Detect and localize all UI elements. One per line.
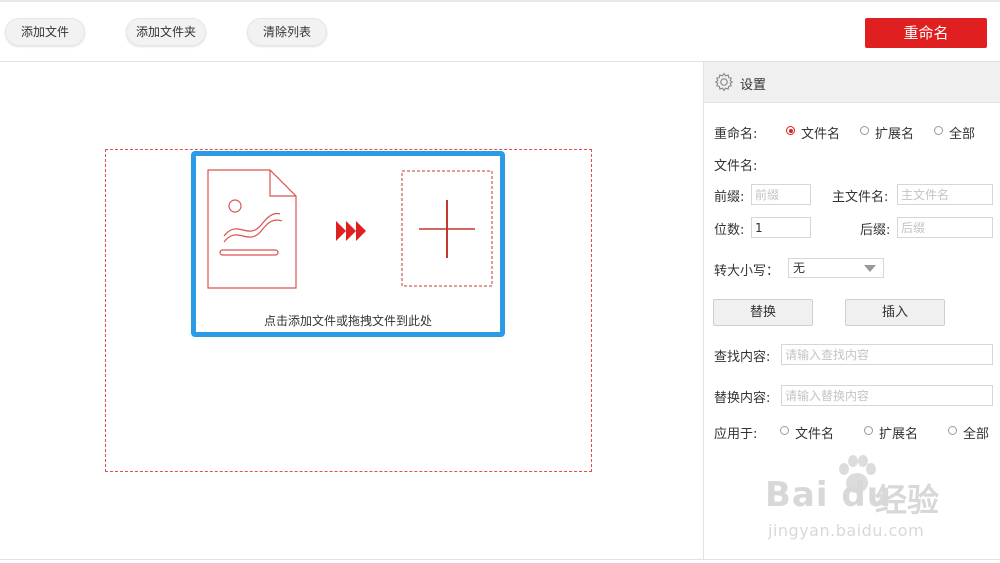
suffix-input[interactable] [897, 217, 993, 238]
drop-hint-text: 点击添加文件或拖拽文件到此处 [263, 314, 432, 328]
gear-icon [714, 72, 734, 92]
rename-mode-all-label[interactable]: 全部 [949, 123, 975, 142]
rename-button[interactable]: 重命名 [865, 18, 987, 48]
rename-mode-filename-label[interactable]: 文件名 [801, 123, 840, 142]
toolbar: 添加文件 添加文件夹 清除列表 重命名 [0, 0, 1000, 62]
filename-section-label: 文件名: [714, 159, 758, 174]
find-label: 查找内容: [714, 350, 771, 365]
prefix-input[interactable] [751, 184, 811, 205]
digits-input[interactable] [751, 217, 811, 238]
suffix-label: 后缀: [860, 223, 891, 238]
add-file-drop-target[interactable]: 点击添加文件或拖拽文件到此处 [191, 151, 505, 337]
clear-list-button[interactable]: 清除列表 [247, 18, 327, 46]
case-select[interactable]: 无 [788, 258, 884, 278]
add-file-button[interactable]: 添加文件 [5, 18, 85, 46]
find-input[interactable] [781, 344, 993, 365]
watermark-brand-cn: 经验 [875, 481, 940, 519]
case-select-value: 无 [793, 261, 806, 275]
add-folder-button[interactable]: 添加文件夹 [126, 18, 206, 46]
bottom-divider [0, 559, 1000, 560]
digits-label: 位数: [714, 223, 745, 238]
rename-mode-label: 重命名: [714, 127, 758, 142]
prefix-label: 前缀: [714, 190, 745, 205]
settings-title: 设置 [740, 78, 767, 93]
rename-mode-all-radio[interactable] [934, 126, 943, 135]
case-label: 转大小写： [714, 264, 780, 279]
watermark-url: jingyan.baidu.com [768, 521, 925, 540]
plus-icon [401, 170, 493, 287]
rename-mode-filename-radio[interactable] [786, 126, 795, 135]
apply-to-label: 应用于: [714, 427, 758, 442]
apply-filename-label[interactable]: 文件名 [795, 423, 834, 442]
apply-extension-radio[interactable] [864, 426, 873, 435]
replace-input[interactable] [781, 385, 993, 406]
replace-mode-button[interactable]: 替换 [713, 299, 813, 326]
apply-extension-label[interactable]: 扩展名 [879, 423, 918, 442]
main-filename-label: 主文件名: [832, 190, 889, 205]
apply-all-radio[interactable] [948, 426, 957, 435]
apply-filename-radio[interactable] [780, 426, 789, 435]
dropdown-arrow-icon [864, 265, 876, 272]
rename-mode-extension-radio[interactable] [860, 126, 869, 135]
baidu-watermark: Bai du 经验 jingyan.baidu.com [765, 455, 950, 545]
apply-all-label[interactable]: 全部 [963, 423, 989, 442]
document-image-icon [207, 169, 297, 289]
main-filename-input[interactable] [897, 184, 993, 205]
watermark-brand: Bai du [765, 475, 892, 515]
triple-arrow-icon [336, 221, 366, 241]
insert-mode-button[interactable]: 插入 [845, 299, 945, 326]
replace-label: 替换内容: [714, 391, 771, 406]
rename-mode-extension-label[interactable]: 扩展名 [875, 123, 914, 142]
settings-header: 设置 [704, 62, 1000, 103]
